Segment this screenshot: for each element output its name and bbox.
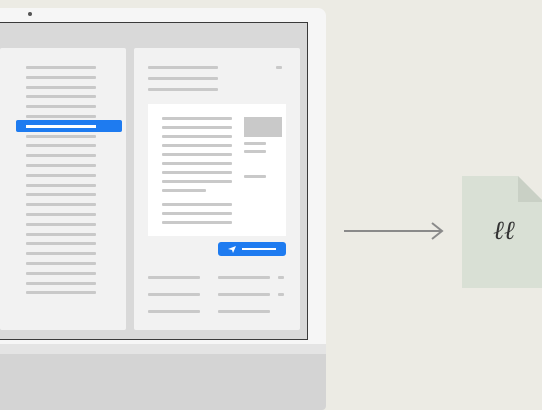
send-button-label-placeholder [242, 248, 276, 250]
file-list-item [26, 222, 96, 226]
file-list-item [26, 242, 96, 246]
send-button[interactable] [218, 242, 286, 256]
document-text-line [162, 171, 232, 174]
footer-row-value [218, 310, 270, 313]
document-text-line [162, 203, 232, 206]
file-list-item [26, 75, 96, 79]
file-list-item [26, 183, 96, 187]
document-image-placeholder [244, 117, 282, 137]
camera-dot [28, 12, 32, 16]
file-list-item [26, 252, 96, 256]
footer-row-label [148, 310, 200, 313]
signature-glyph: ℓℓ [493, 216, 515, 246]
file-list-item-selected[interactable] [16, 120, 122, 132]
document-meta-line [244, 142, 266, 145]
document-text-line [162, 212, 232, 215]
file-list-pane [0, 48, 126, 330]
footer-row-label [148, 276, 200, 279]
document-text-line [162, 180, 232, 183]
file-list-item [26, 193, 96, 197]
footer-row-value [218, 276, 270, 279]
footer-row-dot [278, 293, 284, 296]
document-text-line [162, 144, 232, 147]
file-list-item [26, 85, 96, 89]
file-list-item [26, 213, 96, 216]
file-list-item [26, 173, 96, 177]
file-list-item [26, 232, 96, 236]
header-line [148, 77, 218, 80]
header-dot [276, 66, 282, 69]
document-text-line [162, 126, 232, 129]
document-text-line [162, 117, 232, 120]
arrow-right-icon [344, 222, 444, 240]
selected-item-label-placeholder [26, 125, 96, 128]
header-line [148, 88, 218, 91]
footer-row-label [148, 293, 200, 296]
document-meta-line [244, 175, 266, 178]
document-text-line [162, 221, 232, 224]
file-list-item [26, 115, 96, 118]
file-list-item [26, 134, 96, 138]
document-text-line [162, 135, 232, 138]
header-line [148, 66, 218, 69]
file-list-item [26, 144, 96, 148]
send-icon [228, 246, 236, 253]
file-list-item [26, 271, 96, 275]
file-list-item [26, 154, 96, 158]
file-list-item [26, 281, 96, 285]
file-list-item [26, 203, 96, 207]
file-list-item [26, 95, 96, 99]
file-list-item [26, 291, 96, 295]
document-text-line [162, 189, 206, 192]
file-list-item [26, 66, 96, 69]
footer-row-dot [278, 276, 284, 279]
file-list-item [26, 262, 96, 265]
document-text-line [162, 162, 232, 165]
laptop-base [0, 354, 326, 410]
footer-row-value [218, 293, 270, 296]
file-list-item [26, 164, 96, 167]
file-list-item [26, 105, 96, 109]
document-meta-line [244, 150, 266, 153]
document-text-line [162, 153, 232, 156]
